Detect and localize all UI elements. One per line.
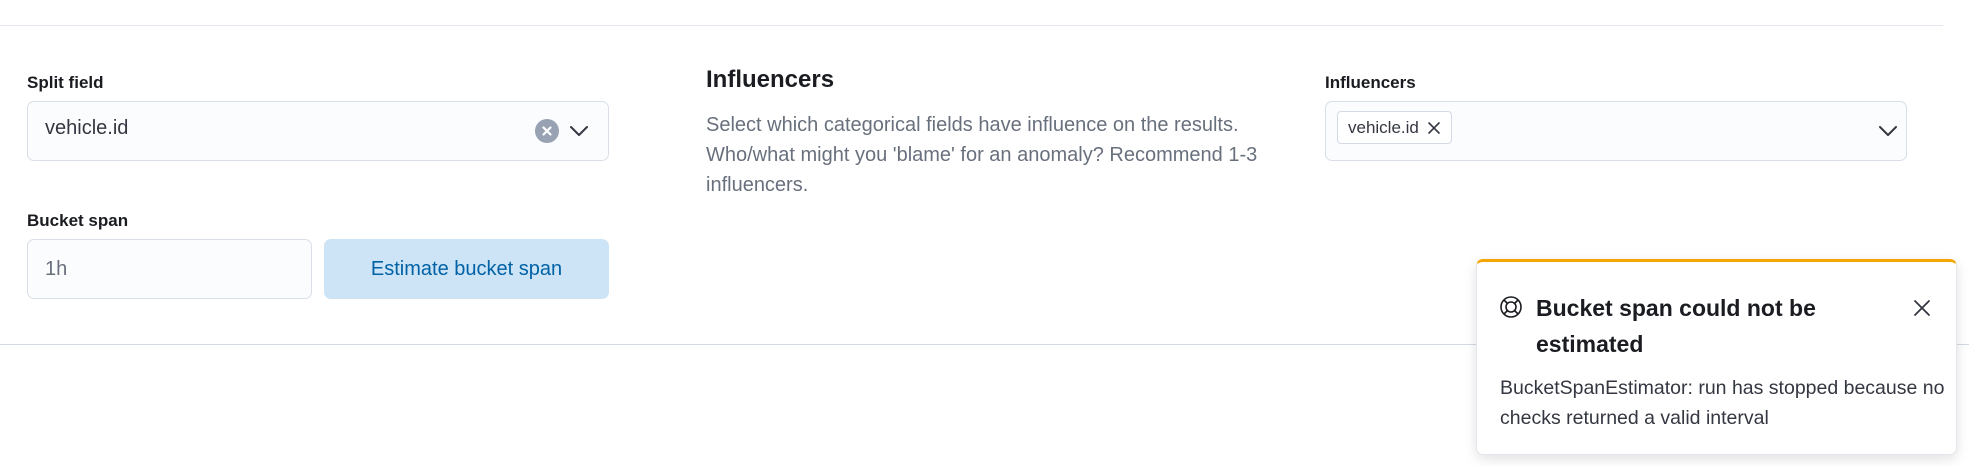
remove-pill-icon[interactable] bbox=[1427, 121, 1441, 135]
split-field-label: Split field bbox=[27, 73, 104, 92]
toast-title: Bucket span could not be estimated bbox=[1536, 295, 1816, 357]
chevron-down-icon[interactable] bbox=[568, 120, 590, 142]
top-divider bbox=[0, 25, 1943, 26]
bucket-span-label: Bucket span bbox=[27, 211, 129, 230]
bucket-span-input[interactable] bbox=[27, 239, 312, 299]
lifebuoy-icon bbox=[1499, 295, 1523, 319]
estimate-bucket-span-button[interactable]: Estimate bucket span bbox=[324, 239, 609, 299]
influencers-field-label: Influencers bbox=[1325, 73, 1416, 92]
error-toast: Bucket span could not be estimated Bucke… bbox=[1476, 259, 1957, 455]
chevron-down-icon[interactable] bbox=[1877, 120, 1899, 142]
influencers-description: Select which categorical fields have inf… bbox=[706, 114, 1258, 196]
clear-icon[interactable] bbox=[535, 119, 559, 143]
split-field-value: vehicle.id bbox=[45, 117, 129, 139]
close-icon[interactable] bbox=[1911, 297, 1933, 319]
split-field-combobox[interactable]: vehicle.id bbox=[27, 101, 609, 161]
toast-message: BucketSpanEstimator: run has stopped bec… bbox=[1500, 377, 1945, 429]
influencer-pill: vehicle.id bbox=[1337, 111, 1452, 144]
influencer-pill-label: vehicle.id bbox=[1348, 117, 1419, 137]
influencers-section-title: Influencers bbox=[706, 66, 835, 93]
